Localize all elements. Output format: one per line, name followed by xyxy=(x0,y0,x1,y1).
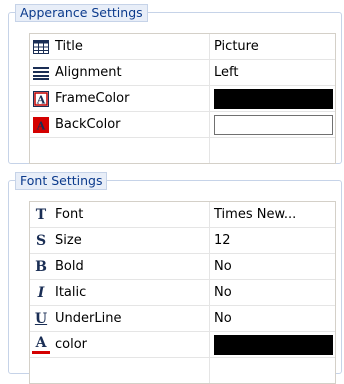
font-settings-group: Font Settings T Font Times New... S Size… xyxy=(8,172,342,384)
property-name: Alignment xyxy=(55,65,122,80)
property-row-font[interactable]: T Font Times New... xyxy=(30,202,335,228)
property-row-backcolor[interactable]: A BackColor xyxy=(30,112,335,138)
back-color-icon: A xyxy=(32,116,50,134)
back-color-swatch[interactable] xyxy=(214,114,333,135)
settings-panel: Apperance Settings Title Picture Alignme… xyxy=(0,0,344,384)
property-name: UnderLine xyxy=(55,311,122,326)
italic-icon: I xyxy=(37,284,45,301)
property-name: Title xyxy=(55,39,83,54)
underline-icon: U xyxy=(34,310,48,327)
svg-text:A: A xyxy=(36,119,46,132)
property-row-bold[interactable]: B Bold No xyxy=(30,254,335,280)
property-name: color xyxy=(55,337,88,352)
property-name: Size xyxy=(55,233,82,248)
font-icon: T xyxy=(35,206,47,223)
appearance-settings-title: Apperance Settings xyxy=(15,4,148,22)
property-name: Italic xyxy=(55,285,87,300)
font-color-icon: A xyxy=(32,335,50,354)
property-name: Bold xyxy=(55,259,84,274)
property-row-color[interactable]: A color xyxy=(30,332,335,358)
property-value[interactable]: No xyxy=(210,280,335,305)
property-value[interactable]: No xyxy=(210,306,335,331)
table-icon xyxy=(32,38,50,56)
property-row-underline[interactable]: U UnderLine No xyxy=(30,306,335,332)
property-row-italic[interactable]: I Italic No xyxy=(30,280,335,306)
appearance-settings-group: Apperance Settings Title Picture Alignme… xyxy=(8,4,342,164)
property-row-framecolor[interactable]: A FrameColor xyxy=(30,86,335,112)
property-row-empty xyxy=(30,138,335,163)
align-icon xyxy=(32,64,50,82)
property-name: Font xyxy=(55,207,84,222)
property-name: FrameColor xyxy=(55,91,130,106)
property-value[interactable]: Times New... xyxy=(210,202,335,227)
property-value[interactable]: 12 xyxy=(210,228,335,253)
font-property-grid: T Font Times New... S Size 12 B Bold No xyxy=(29,201,336,384)
property-value[interactable]: Picture xyxy=(210,34,335,59)
property-row-size[interactable]: S Size 12 xyxy=(30,228,335,254)
property-row-title[interactable]: Title Picture xyxy=(30,34,335,60)
property-value[interactable]: No xyxy=(210,254,335,279)
font-settings-title: Font Settings xyxy=(15,172,108,190)
frame-color-icon: A xyxy=(32,90,50,108)
size-icon: S xyxy=(35,232,47,249)
appearance-property-grid: Title Picture Alignment Left A FrameColo… xyxy=(29,33,336,164)
property-row-empty xyxy=(30,358,335,383)
bold-icon: B xyxy=(35,258,47,275)
svg-text:A: A xyxy=(36,93,46,106)
font-color-swatch[interactable] xyxy=(214,334,333,355)
frame-color-swatch[interactable] xyxy=(214,88,333,109)
property-name: BackColor xyxy=(55,117,121,132)
property-value[interactable]: Left xyxy=(210,60,335,85)
property-row-alignment[interactable]: Alignment Left xyxy=(30,60,335,86)
